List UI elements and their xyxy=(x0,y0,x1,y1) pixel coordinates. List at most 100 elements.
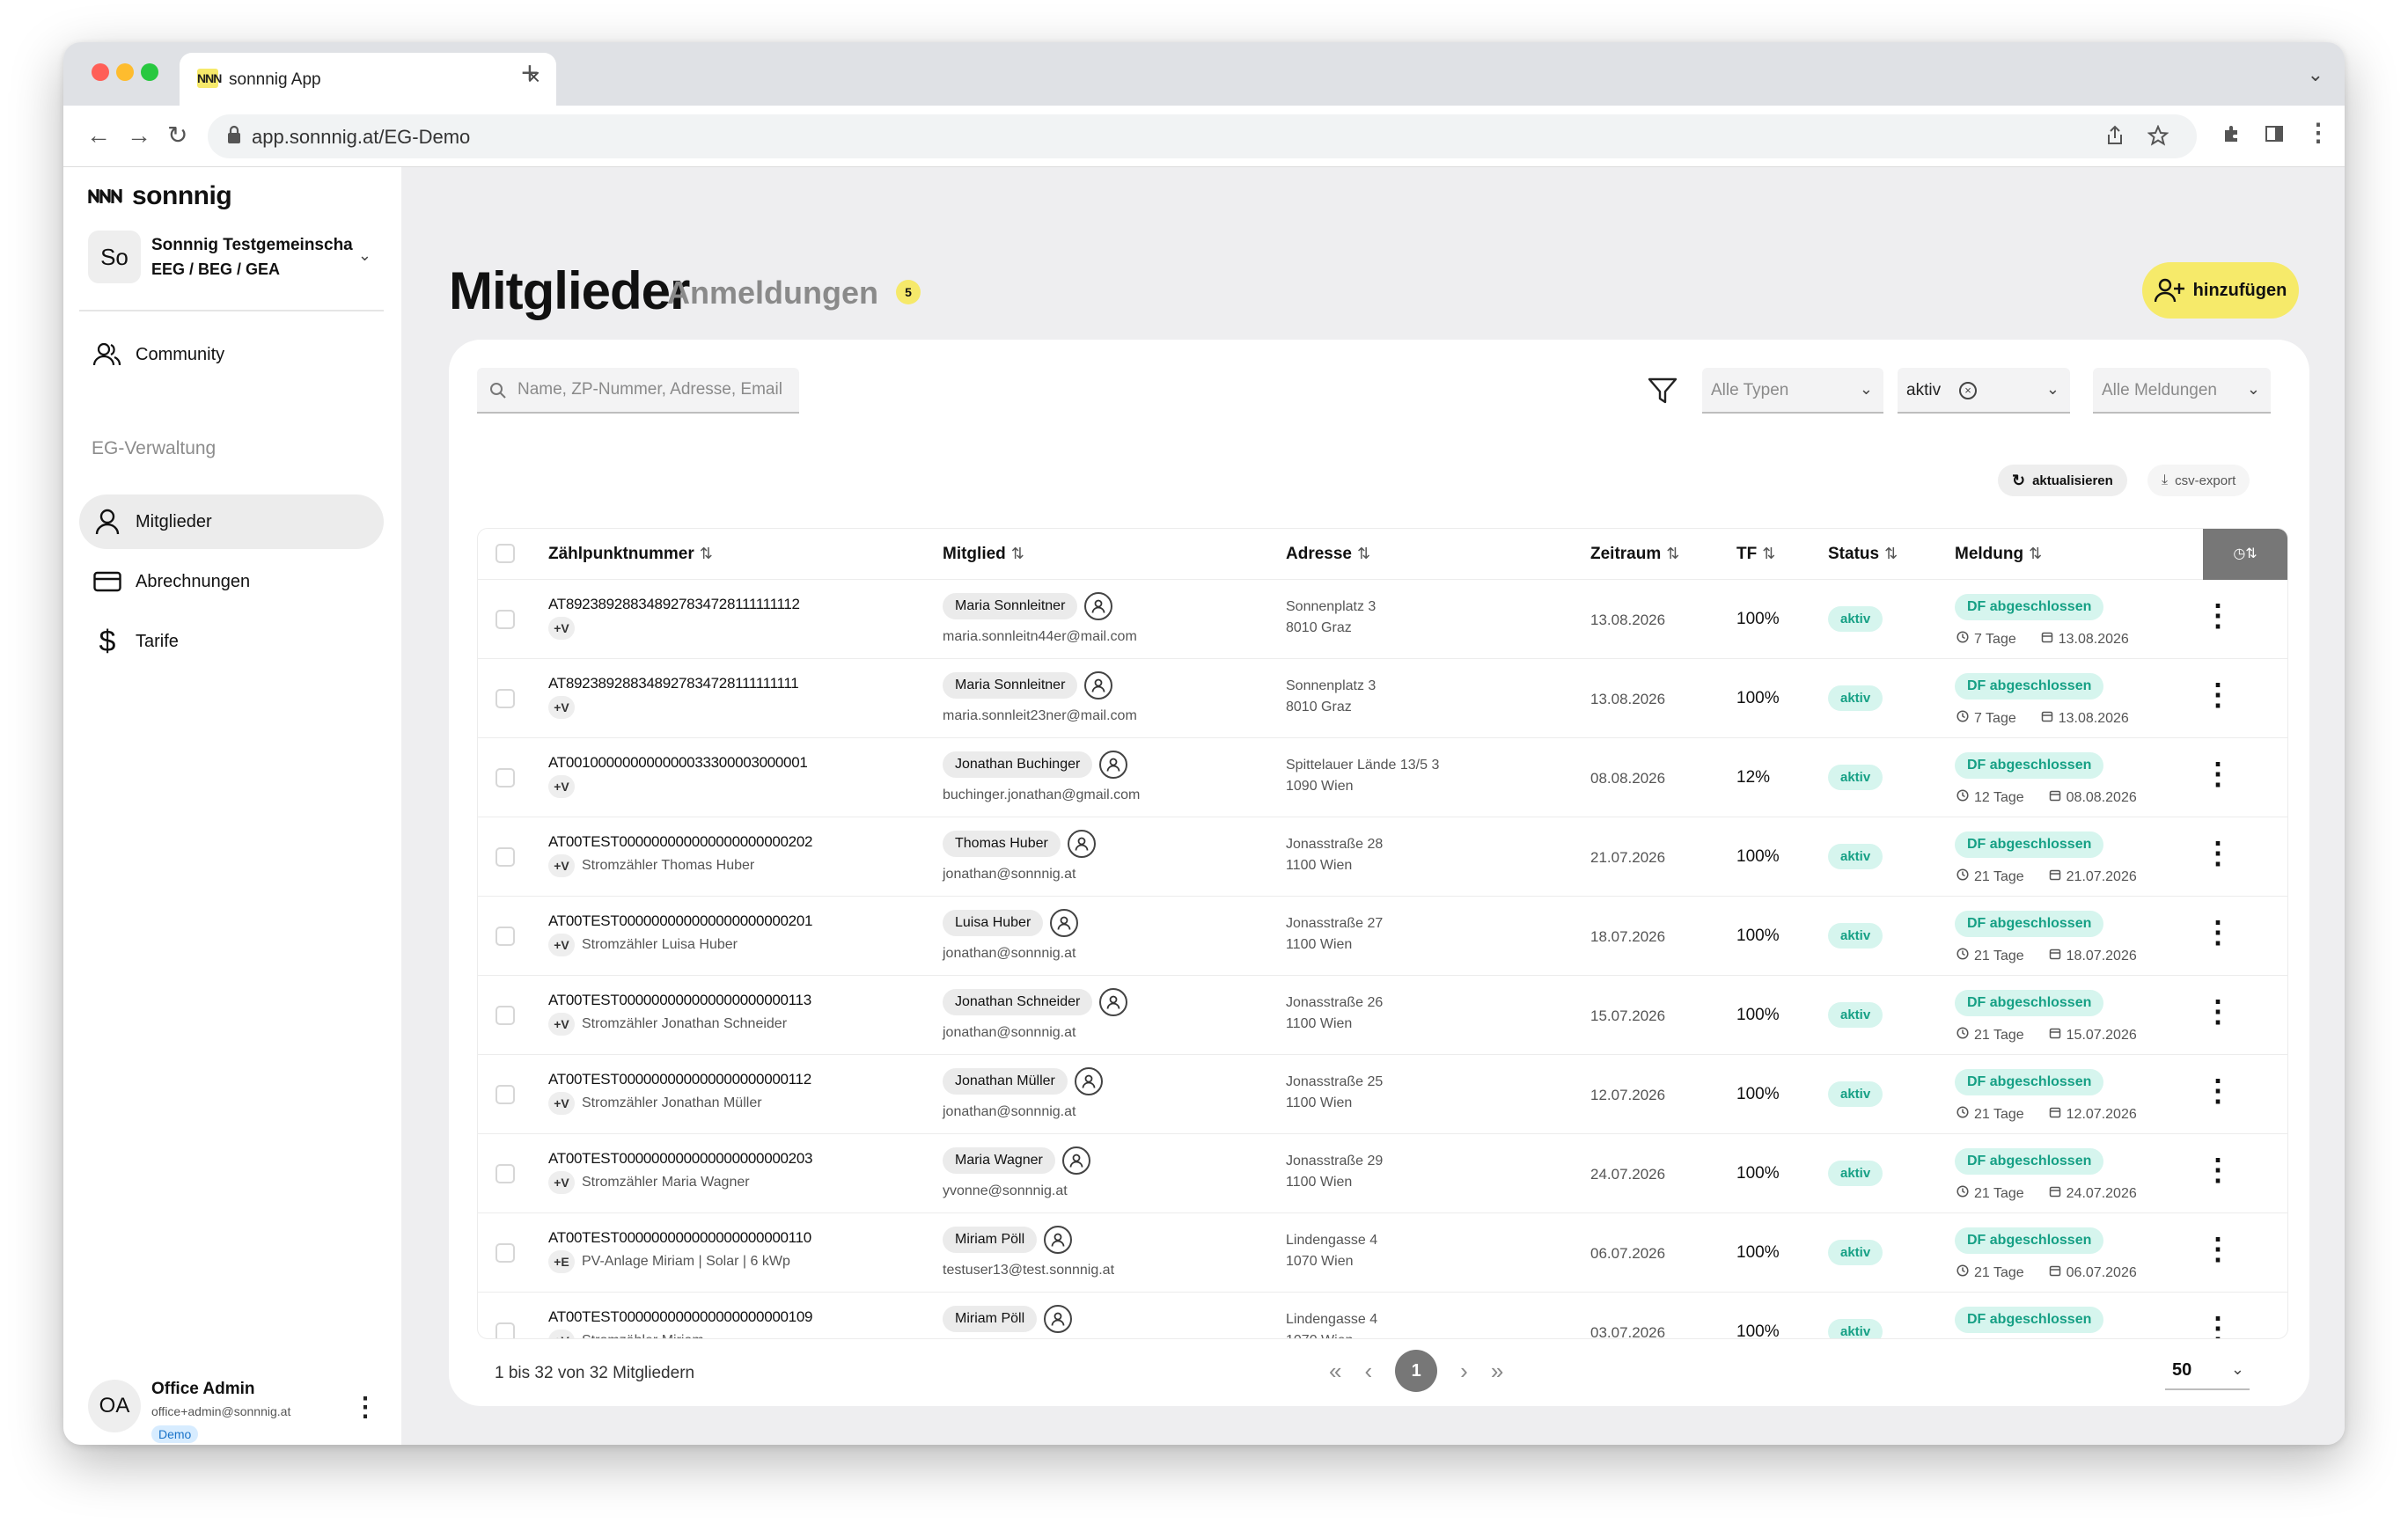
row-menu-icon[interactable]: ⋮ xyxy=(2203,997,2233,1027)
member-chip[interactable]: Maria Wagner xyxy=(943,1146,1090,1175)
browser-menu-icon[interactable]: ⋮ xyxy=(2306,118,2331,147)
first-page-icon[interactable]: « xyxy=(1329,1358,1341,1385)
table-row[interactable]: AT00TEST000000000000000000000201 +V Stromz… xyxy=(478,897,2287,976)
csv-export-button[interactable]: ⤓ csv-export xyxy=(2147,465,2250,496)
current-page[interactable]: 1 xyxy=(1395,1350,1438,1392)
browser-tab[interactable]: NNN sonnnig App × xyxy=(180,53,556,106)
person-icon[interactable] xyxy=(1050,909,1079,937)
row-menu-icon[interactable]: ⋮ xyxy=(2203,1076,2233,1106)
member-chip[interactable]: Jonathan Müller xyxy=(943,1067,1103,1095)
sidebar-item-tarife[interactable]: $ Tarife xyxy=(79,614,384,669)
refresh-button[interactable]: ↻ aktualisieren xyxy=(1998,465,2127,496)
row-checkbox[interactable] xyxy=(496,1164,515,1183)
status-select[interactable]: aktiv × ⌄ xyxy=(1898,368,2070,414)
row-checkbox[interactable] xyxy=(496,1085,515,1104)
column-label: Zählpunktnummer xyxy=(548,545,694,563)
type-select[interactable]: Alle Typen ⌄ xyxy=(1702,368,1883,414)
brand-logo[interactable]: sonnnig xyxy=(88,181,232,211)
back-arrow-icon[interactable]: ← xyxy=(86,120,111,151)
new-tab-icon[interactable]: + xyxy=(521,58,539,88)
row-checkbox[interactable] xyxy=(496,1322,515,1338)
reload-icon[interactable]: ↻ xyxy=(167,120,187,151)
organization-switcher[interactable]: So Sonnnig Testgemeinscha EEG / BEG / GE… xyxy=(88,231,375,289)
table-row[interactable]: AT00TEST000000000000000000000110 +E PV-Anl… xyxy=(478,1213,2287,1293)
person-icon[interactable] xyxy=(1084,592,1113,620)
row-menu-icon[interactable]: ⋮ xyxy=(2203,1155,2233,1185)
column-header-mitglied[interactable]: Mitglied ⇅ xyxy=(943,545,1024,564)
meldungen-select[interactable]: Alle Meldungen ⌄ xyxy=(2093,368,2271,414)
person-icon[interactable] xyxy=(1099,751,1128,779)
row-checkbox[interactable] xyxy=(496,1243,515,1263)
tab-anmeldungen[interactable]: Anmeldungen xyxy=(667,275,878,311)
table-row[interactable]: AT892389288348927834728111111111 +V Maria … xyxy=(478,659,2287,738)
person-icon[interactable] xyxy=(1044,1305,1073,1333)
forward-arrow-icon[interactable]: → xyxy=(127,120,151,151)
address-bar[interactable]: app.sonnnig.at/EG-Demo xyxy=(208,114,2197,158)
table-row[interactable]: AT001000000000000033300003000001 +V Jonath… xyxy=(478,738,2287,817)
column-header-meldung[interactable]: Meldung ⇅ xyxy=(1955,545,2042,564)
member-chip[interactable]: Luisa Huber xyxy=(943,909,1079,937)
member-chip[interactable]: Maria Sonnleitner xyxy=(943,592,1113,620)
sidebar-item-mitglieder[interactable]: Mitglieder xyxy=(79,494,384,549)
maximize-window-button[interactable] xyxy=(141,63,158,81)
next-page-icon[interactable]: › xyxy=(1460,1358,1468,1385)
row-menu-icon[interactable]: ⋮ xyxy=(2203,1234,2233,1264)
row-checkbox[interactable] xyxy=(496,847,515,867)
member-chip[interactable]: Miriam Pöll xyxy=(943,1305,1073,1333)
tab-list-chevron-icon[interactable]: ⌄ xyxy=(2308,63,2324,86)
minimize-window-button[interactable] xyxy=(116,63,134,81)
table-row[interactable]: AT00TEST000000000000000000000113 +V Stromz… xyxy=(478,976,2287,1055)
search-input[interactable] xyxy=(518,368,790,412)
side-panel-icon[interactable] xyxy=(2264,123,2285,144)
row-checkbox[interactable] xyxy=(496,1006,515,1025)
sidebar-item-community[interactable]: Community xyxy=(79,327,384,382)
share-icon[interactable] xyxy=(2105,125,2125,146)
member-chip[interactable]: Miriam Pöll xyxy=(943,1226,1073,1254)
filter-icon[interactable] xyxy=(1648,377,1678,405)
row-checkbox[interactable] xyxy=(496,768,515,787)
clear-status-icon[interactable]: × xyxy=(1959,382,1977,399)
member-chip[interactable]: Jonathan Buchinger xyxy=(943,751,1128,779)
row-menu-icon[interactable]: ⋮ xyxy=(2203,839,2233,868)
per-page-select[interactable]: 50 ⌄ xyxy=(2165,1350,2250,1390)
row-menu-icon[interactable]: ⋮ xyxy=(2203,680,2233,710)
member-chip[interactable]: Maria Sonnleitner xyxy=(943,671,1113,700)
table-row[interactable]: AT00TEST000000000000000000000109 +V Stromz… xyxy=(478,1293,2287,1338)
user-menu-icon[interactable]: ⋮ xyxy=(352,1392,378,1423)
column-header-status[interactable]: Status ⇅ xyxy=(1828,545,1898,564)
table-row[interactable]: AT00TEST000000000000000000000202 +V Stromz… xyxy=(478,817,2287,897)
add-member-button[interactable]: hinzufügen xyxy=(2142,262,2299,319)
person-icon[interactable] xyxy=(1044,1226,1073,1254)
select-all-checkbox[interactable] xyxy=(496,544,515,563)
last-page-icon[interactable]: » xyxy=(1491,1358,1503,1385)
column-header-tf[interactable]: TF ⇅ xyxy=(1736,545,1775,564)
row-checkbox[interactable] xyxy=(496,689,515,708)
time-sort-icon[interactable]: ◷⇅ xyxy=(2203,529,2287,580)
column-header-zeitraum[interactable]: Zeitraum ⇅ xyxy=(1590,545,1679,564)
person-icon[interactable] xyxy=(1061,1146,1090,1175)
prev-page-icon[interactable]: ‹ xyxy=(1364,1358,1372,1385)
close-window-button[interactable] xyxy=(92,63,109,81)
member-chip[interactable]: Jonathan Schneider xyxy=(943,988,1128,1016)
table-row[interactable]: AT892389288348927834728111111112 +V Maria … xyxy=(478,580,2287,659)
member-name: Miriam Pöll xyxy=(943,1306,1038,1332)
search-field[interactable] xyxy=(477,368,799,414)
person-icon[interactable] xyxy=(1099,988,1128,1016)
row-checkbox[interactable] xyxy=(496,927,515,946)
row-checkbox[interactable] xyxy=(496,610,515,629)
column-header-adresse[interactable]: Adresse ⇅ xyxy=(1286,545,1370,564)
row-menu-icon[interactable]: ⋮ xyxy=(2203,759,2233,789)
table-row[interactable]: AT00TEST000000000000000000000112 +V Stromz… xyxy=(478,1055,2287,1134)
person-icon[interactable] xyxy=(1084,671,1113,700)
person-icon[interactable] xyxy=(1074,1067,1103,1095)
row-menu-icon[interactable]: ⋮ xyxy=(2203,601,2233,631)
row-menu-icon[interactable]: ⋮ xyxy=(2203,1314,2233,1338)
member-chip[interactable]: Thomas Huber xyxy=(943,830,1096,858)
table-row[interactable]: AT00TEST000000000000000000000203 +V Stromz… xyxy=(478,1134,2287,1213)
bookmark-star-icon[interactable] xyxy=(2147,125,2169,146)
column-header-zaehlpunkt[interactable]: Zählpunktnummer ⇅ xyxy=(548,545,713,564)
person-icon[interactable] xyxy=(1067,830,1096,858)
extensions-puzzle-icon[interactable] xyxy=(2221,123,2243,144)
row-menu-icon[interactable]: ⋮ xyxy=(2203,918,2233,948)
sidebar-item-abrechnungen[interactable]: Abrechnungen xyxy=(79,554,384,609)
